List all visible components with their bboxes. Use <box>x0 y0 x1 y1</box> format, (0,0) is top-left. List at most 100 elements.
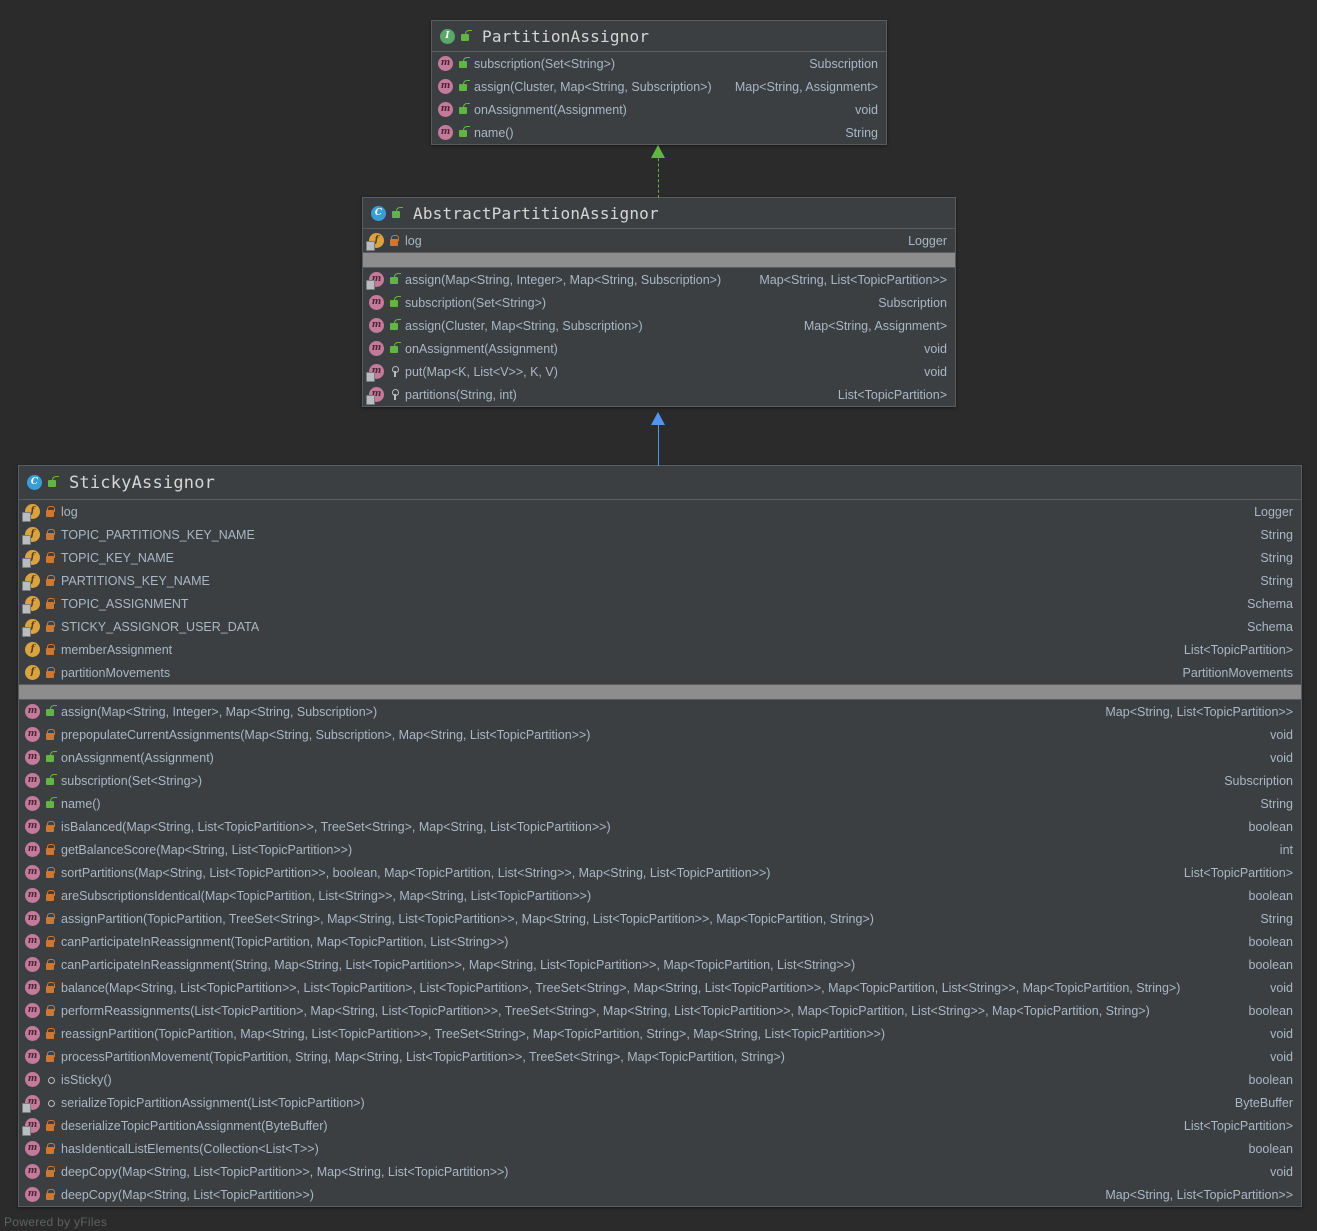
member-signature: isBalanced(Map<String, List<TopicPartiti… <box>61 819 611 834</box>
class-icon: C <box>371 205 386 221</box>
class-box-partition-assignor[interactable]: I PartitionAssignor m subscription(Set<St… <box>431 20 887 145</box>
member-signature: TOPIC_KEY_NAME <box>61 550 175 565</box>
method-row[interactable]: m subscription(Set<String>) Subscription <box>363 291 955 314</box>
member-type: void <box>924 364 947 379</box>
member-signature: subscription(Set<String>) <box>405 295 547 310</box>
field-row[interactable]: f STICKY_ASSIGNOR_USER_DATA Schema <box>19 615 1301 638</box>
visibility-package-icon <box>44 1095 56 1110</box>
visibility-private-icon <box>44 596 56 611</box>
method-row[interactable]: m assign(Map<String, Integer>, Map<String… <box>19 700 1301 723</box>
visibility-public-icon <box>457 56 469 71</box>
method-row[interactable]: m deserializeTopicPartitionAssignment(Byt… <box>19 1114 1301 1137</box>
method-row[interactable]: m prepopulateCurrentAssignments(Map<Strin… <box>19 723 1301 746</box>
field-row[interactable]: f PARTITIONS_KEY_NAME String <box>19 569 1301 592</box>
member-signature: STICKY_ASSIGNOR_USER_DATA <box>61 619 260 634</box>
visibility-protected-icon <box>388 387 400 402</box>
section-separator-band <box>19 684 1301 700</box>
visibility-private-icon <box>44 957 56 972</box>
members-section: m subscription(Set<String>) Subscription m a… <box>432 52 886 144</box>
visibility-private-icon <box>44 934 56 949</box>
method-row[interactable]: m serializeTopicPartitionAssignment(List<… <box>19 1091 1301 1114</box>
method-row[interactable]: m canParticipateInReassignment(String, Ma… <box>19 953 1301 976</box>
method-row[interactable]: m processPartitionMovement(TopicPartition… <box>19 1045 1301 1068</box>
method-icon: m <box>369 295 384 310</box>
visibility-private-icon <box>44 665 56 680</box>
class-name: PartitionAssignor <box>482 26 650 46</box>
visibility-public-icon <box>457 79 469 94</box>
static-badge-icon <box>22 558 31 568</box>
member-type: Schema <box>1247 619 1293 634</box>
field-icon: f <box>25 665 40 680</box>
method-row[interactable]: m performReassignments(List<TopicPartitio… <box>19 999 1301 1022</box>
method-icon: m <box>25 773 40 788</box>
method-row[interactable]: m partitions(String, int) List<TopicPartit… <box>363 383 955 406</box>
class-title-partition-assignor: I PartitionAssignor <box>432 21 886 52</box>
class-box-sticky-assignor[interactable]: C StickyAssignor f log Logger f TOPIC_PARTIT… <box>18 465 1302 1207</box>
method-row[interactable]: m assign(Map<String, Integer>, Map<String… <box>363 268 955 291</box>
method-icon: m <box>25 1049 40 1064</box>
method-row[interactable]: m onAssignment(Assignment) void <box>19 746 1301 769</box>
field-icon: f <box>22 550 40 568</box>
member-signature: deepCopy(Map<String, List<TopicPartition… <box>61 1164 509 1179</box>
member-signature: prepopulateCurrentAssignments(Map<String… <box>61 727 591 742</box>
member-type: Schema <box>1247 596 1293 611</box>
method-icon: m <box>366 272 384 290</box>
method-row[interactable]: m hasIdenticalListElements(Collection<Lis… <box>19 1137 1301 1160</box>
visibility-private-icon <box>44 842 56 857</box>
field-row[interactable]: f TOPIC_KEY_NAME String <box>19 546 1301 569</box>
method-row[interactable]: m deepCopy(Map<String, List<TopicPartitio… <box>19 1160 1301 1183</box>
field-row[interactable]: f TOPIC_PARTITIONS_KEY_NAME String <box>19 523 1301 546</box>
method-row[interactable]: m onAssignment(Assignment) void <box>432 98 886 121</box>
method-icon: m <box>25 911 40 926</box>
member-signature: canParticipateInReassignment(String, Map… <box>61 957 856 972</box>
member-type: List<TopicPartition> <box>1183 865 1293 880</box>
member-type: String <box>845 125 878 140</box>
method-row[interactable]: m sortPartitions(Map<String, List<TopicPa… <box>19 861 1301 884</box>
method-row[interactable]: m canParticipateInReassignment(TopicParti… <box>19 930 1301 953</box>
field-icon: f <box>22 619 40 637</box>
member-type: Map<String, List<TopicPartition>> <box>1105 1187 1293 1202</box>
member-type: Subscription <box>809 56 878 71</box>
method-row[interactable]: m areSubscriptionsIdentical(Map<TopicPart… <box>19 884 1301 907</box>
method-row[interactable]: m assign(Cluster, Map<String, Subscriptio… <box>363 314 955 337</box>
method-row[interactable]: m balance(Map<String, List<TopicPartition… <box>19 976 1301 999</box>
method-row[interactable]: m subscription(Set<String>) Subscription <box>19 769 1301 792</box>
method-icon: m <box>25 888 40 903</box>
class-box-abstract-partition-assignor[interactable]: C AbstractPartitionAssignor f log Logger m… <box>362 197 956 407</box>
field-icon: f <box>22 573 40 591</box>
field-row[interactable]: f log Logger <box>363 229 955 252</box>
methods-section: m assign(Map<String, Integer>, Map<String… <box>19 700 1301 1206</box>
visibility-private-icon <box>44 1049 56 1064</box>
method-row[interactable]: m subscription(Set<String>) Subscription <box>432 52 886 75</box>
method-icon: m <box>25 957 40 972</box>
field-row[interactable]: f partitionMovements PartitionMovements <box>19 661 1301 684</box>
method-row[interactable]: m isBalanced(Map<String, List<TopicPartit… <box>19 815 1301 838</box>
fields-section: f log Logger f TOPIC_PARTITIONS_KEY_NAME Stri… <box>19 500 1301 684</box>
method-row[interactable]: m put(Map<K, List<V>>, K, V) void <box>363 360 955 383</box>
method-row[interactable]: m deepCopy(Map<String, List<TopicPartitio… <box>19 1183 1301 1206</box>
member-signature: log <box>61 504 78 519</box>
member-type: String <box>1260 573 1293 588</box>
class-title-abstract-partition-assignor: C AbstractPartitionAssignor <box>363 198 955 229</box>
method-row[interactable]: m onAssignment(Assignment) void <box>363 337 955 360</box>
member-signature: PARTITIONS_KEY_NAME <box>61 573 210 588</box>
method-row[interactable]: m assign(Cluster, Map<String, Subscriptio… <box>432 75 886 98</box>
method-row[interactable]: m name() String <box>432 121 886 144</box>
field-row[interactable]: f TOPIC_ASSIGNMENT Schema <box>19 592 1301 615</box>
visibility-public-icon <box>459 29 471 44</box>
method-row[interactable]: m reassignPartition(TopicPartition, Map<S… <box>19 1022 1301 1045</box>
method-row[interactable]: m name() String <box>19 792 1301 815</box>
method-icon: m <box>438 125 453 140</box>
member-type: String <box>1260 527 1293 542</box>
member-signature: subscription(Set<String>) <box>61 773 203 788</box>
field-row[interactable]: f log Logger <box>19 500 1301 523</box>
visibility-private-icon <box>44 980 56 995</box>
method-row[interactable]: m assignPartition(TopicPartition, TreeSet… <box>19 907 1301 930</box>
method-row[interactable]: m getBalanceScore(Map<String, List<TopicP… <box>19 838 1301 861</box>
field-row[interactable]: f memberAssignment List<TopicPartition> <box>19 638 1301 661</box>
method-row[interactable]: m isSticky() boolean <box>19 1068 1301 1091</box>
member-type: boolean <box>1248 888 1294 903</box>
member-signature: name() <box>474 125 514 140</box>
visibility-public-icon <box>388 272 400 287</box>
visibility-protected-icon <box>388 364 400 379</box>
